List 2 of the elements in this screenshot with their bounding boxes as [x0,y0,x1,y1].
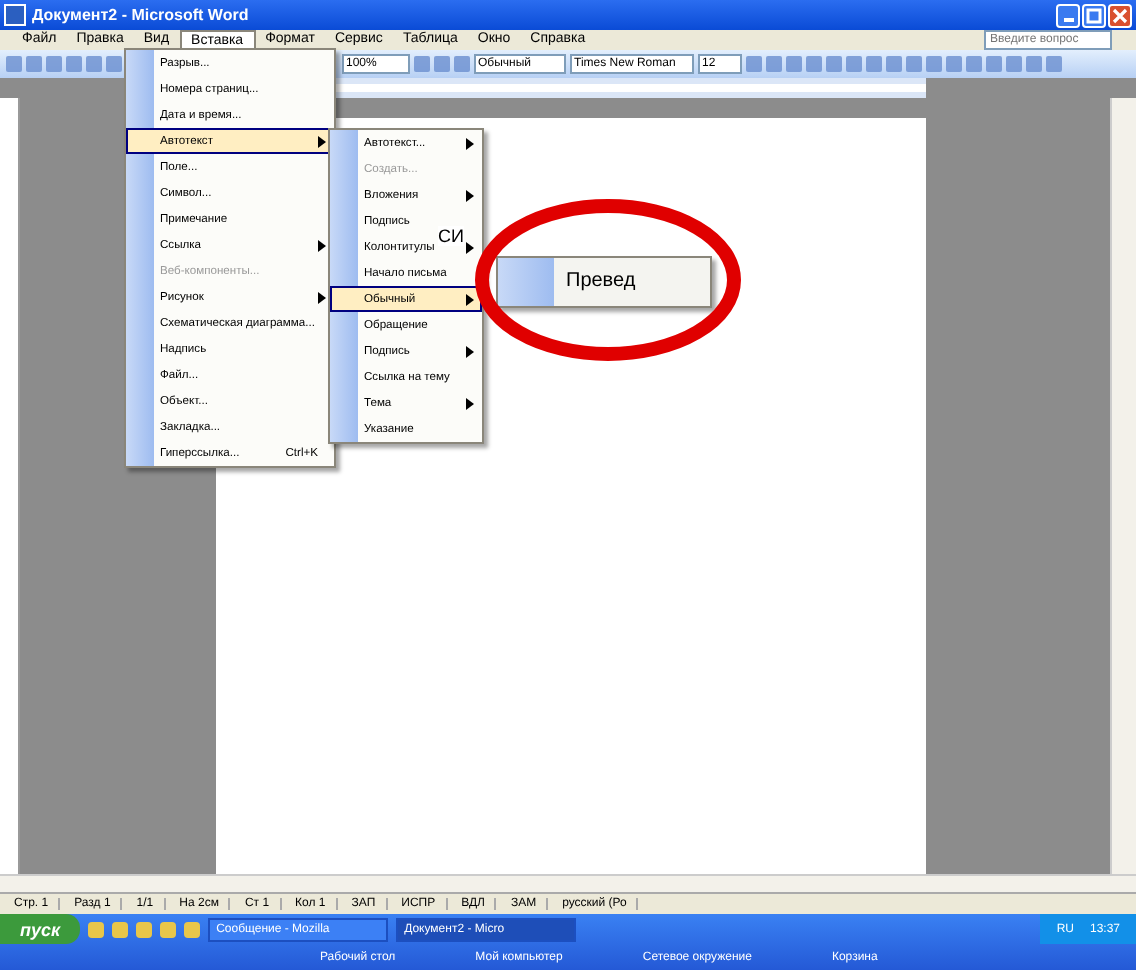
stray-text: СИ [438,226,464,246]
window-title: Документ2 - Microsoft Word [32,6,251,24]
